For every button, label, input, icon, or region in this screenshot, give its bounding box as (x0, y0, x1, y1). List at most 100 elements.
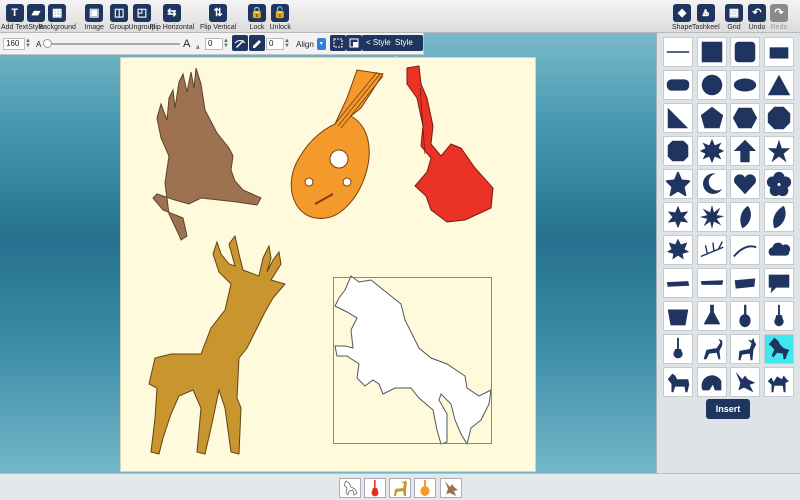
shape-tile-right-triangle[interactable] (663, 103, 693, 133)
guitar-shape[interactable] (406, 65, 494, 223)
shape-tile-star-8[interactable] (696, 136, 727, 166)
shape-tile-heart[interactable] (730, 169, 760, 199)
lute-shape[interactable] (290, 69, 384, 219)
grid-button[interactable]: ▦ Grid (725, 4, 743, 32)
flip-vertical-button[interactable]: ⇅ Flip Vertical (200, 4, 236, 32)
ungroup-icon: ◰ (132, 4, 151, 22)
shape-tile-star-5[interactable] (763, 136, 794, 166)
shape-tile-octagon-2[interactable] (663, 136, 693, 166)
shape-tile-deer[interactable] (730, 334, 760, 364)
deer-shape[interactable] (148, 234, 286, 455)
shape-tile-branch[interactable] (696, 235, 727, 265)
shape-tile-flower[interactable] (763, 169, 794, 199)
shape-tile-speech-bubble[interactable] (763, 268, 794, 298)
shape-tile-brush-3[interactable] (696, 268, 727, 298)
align-left-button[interactable] (330, 35, 346, 51)
shape-tile-leaf[interactable] (730, 202, 760, 232)
image-button[interactable]: ▣ Image (85, 4, 104, 32)
shape-tile-lute[interactable] (730, 301, 760, 331)
group-button[interactable]: ◫ Group (110, 4, 129, 32)
pencil-icon (249, 35, 265, 51)
shape-tile-rounded-rect[interactable] (663, 70, 693, 100)
shape-tile-gazelle[interactable] (696, 334, 727, 364)
shape-tile-circle[interactable] (696, 70, 727, 100)
style-next-button[interactable]: Style > (391, 35, 423, 63)
slider-knob[interactable] (43, 39, 52, 48)
fill-color-button[interactable] (249, 35, 265, 51)
shape-tile-pentagon[interactable] (696, 103, 727, 133)
shape-tile-square-small[interactable] (763, 37, 794, 67)
leaf-2-icon (772, 205, 786, 229)
shape-tile-rounded-square[interactable] (730, 37, 760, 67)
shape-tile-horse[interactable] (763, 334, 794, 364)
shape-tile-camel[interactable] (763, 367, 794, 397)
shape-label: Shape (672, 24, 693, 31)
lute-thumb[interactable] (414, 478, 436, 498)
heart-icon (734, 174, 756, 195)
deer-icon (394, 480, 407, 496)
tashkeel-button[interactable]: ۿ Tashkeel (692, 4, 720, 32)
shape-tile-guitar-2[interactable] (663, 334, 693, 364)
layer-thumbnail-bar (0, 473, 800, 500)
shape-tile-square[interactable] (696, 37, 727, 67)
guitar-thumb[interactable] (364, 478, 386, 498)
undo-button[interactable]: ↶ Undo (748, 4, 766, 32)
line-width-field[interactable]: 0 (266, 38, 284, 50)
horse-thumb[interactable] (339, 478, 361, 498)
spacing-stepper[interactable]: ▲ ▼ (223, 38, 229, 49)
shape-tile-star-6[interactable] (663, 202, 693, 232)
font-size-box[interactable]: 160 ▲ ▼ (3, 37, 31, 51)
spacing-box[interactable]: 0 ▲ ▼ (205, 37, 229, 51)
font-size-slider[interactable] (43, 37, 180, 51)
selection-box[interactable] (333, 277, 492, 444)
background-button[interactable]: ▦ Background (39, 4, 76, 32)
shape-tile-brush-1[interactable] (730, 235, 760, 265)
add-text-icon: T (5, 4, 24, 22)
frame-button[interactable] (346, 35, 362, 51)
shape-tile-hexagon[interactable] (730, 103, 760, 133)
shape-tile-brush-4[interactable] (730, 268, 760, 298)
shape-tile-flask[interactable] (696, 301, 727, 331)
spacing-field[interactable]: 0 (205, 38, 223, 50)
shape-tile-ellipse[interactable] (730, 70, 760, 100)
shape-tile-guitar[interactable] (763, 301, 794, 331)
style-next-label[interactable]: Style > (391, 35, 423, 63)
deer-thumb[interactable] (389, 478, 411, 498)
lock-button[interactable]: 🔒 Lock (248, 4, 266, 32)
shape-tile-cloud[interactable] (763, 235, 794, 265)
eagle-shape[interactable] (152, 67, 262, 241)
unlock-button[interactable]: 🔓 Unlock (270, 4, 291, 32)
shape-button[interactable]: ◆ Shape (672, 4, 692, 32)
align-dropdown[interactable]: Align ▾ (296, 37, 326, 51)
shape-tile-crescent[interactable] (696, 169, 727, 199)
eagle-icon (445, 481, 458, 496)
shape-tile-arrow-up[interactable] (730, 136, 760, 166)
shape-tile-eagle[interactable] (730, 367, 760, 397)
octagon-2-icon (667, 140, 689, 162)
shape-tile-brush-2[interactable] (663, 268, 693, 298)
flip-horizontal-button[interactable]: ⇆ Flip Horizontal (150, 4, 194, 32)
ellipse-icon (733, 78, 757, 92)
shape-tile-triangle[interactable] (763, 70, 794, 100)
shape-tile-octagon[interactable] (763, 103, 794, 133)
shape-tile-horse-2[interactable] (663, 367, 693, 397)
outline-color-button[interactable] (232, 35, 248, 51)
add-text-button[interactable]: T Add Text (1, 4, 28, 32)
shape-tile-helmet[interactable] (696, 367, 727, 397)
redo-button[interactable]: ↷ Redo (770, 4, 788, 32)
font-size-stepper[interactable]: ▲ ▼ (25, 38, 31, 49)
style-prev-button[interactable]: < Style (362, 35, 395, 51)
shape-tile-leaf-2[interactable] (763, 202, 794, 232)
line-width-stepper[interactable]: ▲ ▼ (284, 38, 290, 49)
shape-tile-bowl[interactable] (663, 301, 693, 331)
shape-tile-star-5-round[interactable] (663, 169, 693, 199)
design-canvas[interactable] (120, 57, 536, 472)
shape-tile-line[interactable] (663, 37, 693, 67)
shape-tile-star-burst[interactable] (696, 202, 727, 232)
line-width-box[interactable]: 0 ▲ ▼ (266, 37, 290, 51)
insert-button[interactable]: Insert (706, 399, 750, 419)
eagle-thumb[interactable] (440, 478, 462, 498)
shape-tile-maple-leaf[interactable] (663, 235, 693, 265)
font-size-field[interactable]: 160 (3, 38, 25, 50)
style-prev-label[interactable]: < Style (362, 35, 395, 51)
